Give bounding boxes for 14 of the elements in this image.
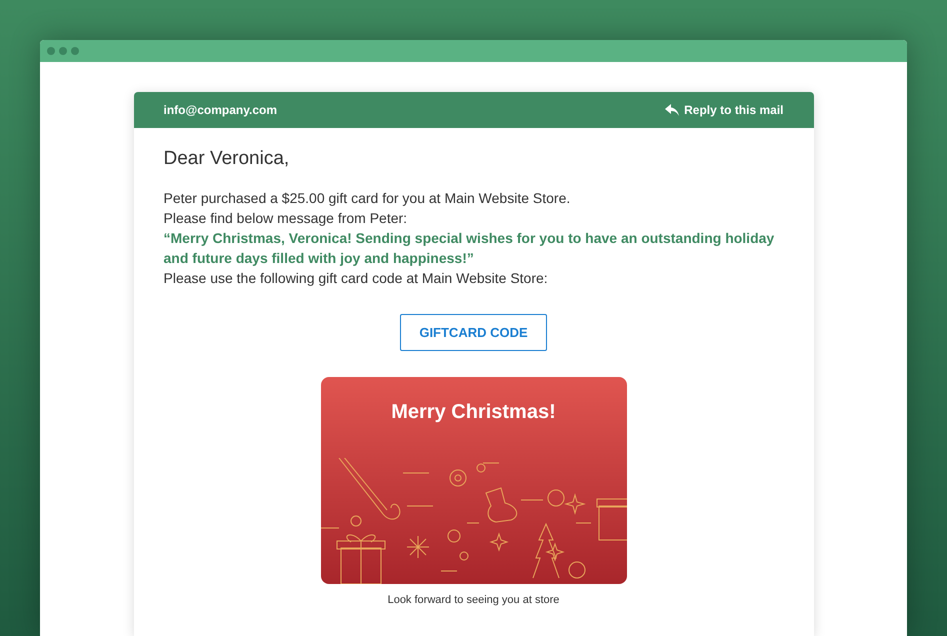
sender-address: info@company.com — [164, 103, 277, 117]
giftcard-code-button[interactable]: GIFTCARD CODE — [400, 314, 547, 351]
greeting: Dear Veronica, — [164, 148, 290, 170]
reply-link[interactable]: Reply to this mail — [665, 103, 784, 117]
message-text: “Merry Christmas, Veronica! Sending special wishes for you to have an outstanding holiday and future days filled with joy and happiness!” — [164, 229, 776, 268]
reply-icon — [665, 104, 680, 116]
message-text: Please find below message from Peter: — [164, 209, 408, 228]
window-dot-icon[interactable] — [71, 47, 79, 55]
window-dot-icon[interactable] — [59, 47, 67, 55]
gift-card-title: Merry Christmas! — [391, 401, 556, 424]
message-text: Please use the following gift card code at Main Website Store: — [164, 269, 549, 288]
message-text: Peter purchased a $25.00 gift card for you at Main Website Store. — [164, 189, 572, 208]
window-dot-icon[interactable] — [47, 47, 55, 55]
card-caption: Look forward to seeing you at store — [386, 594, 560, 606]
